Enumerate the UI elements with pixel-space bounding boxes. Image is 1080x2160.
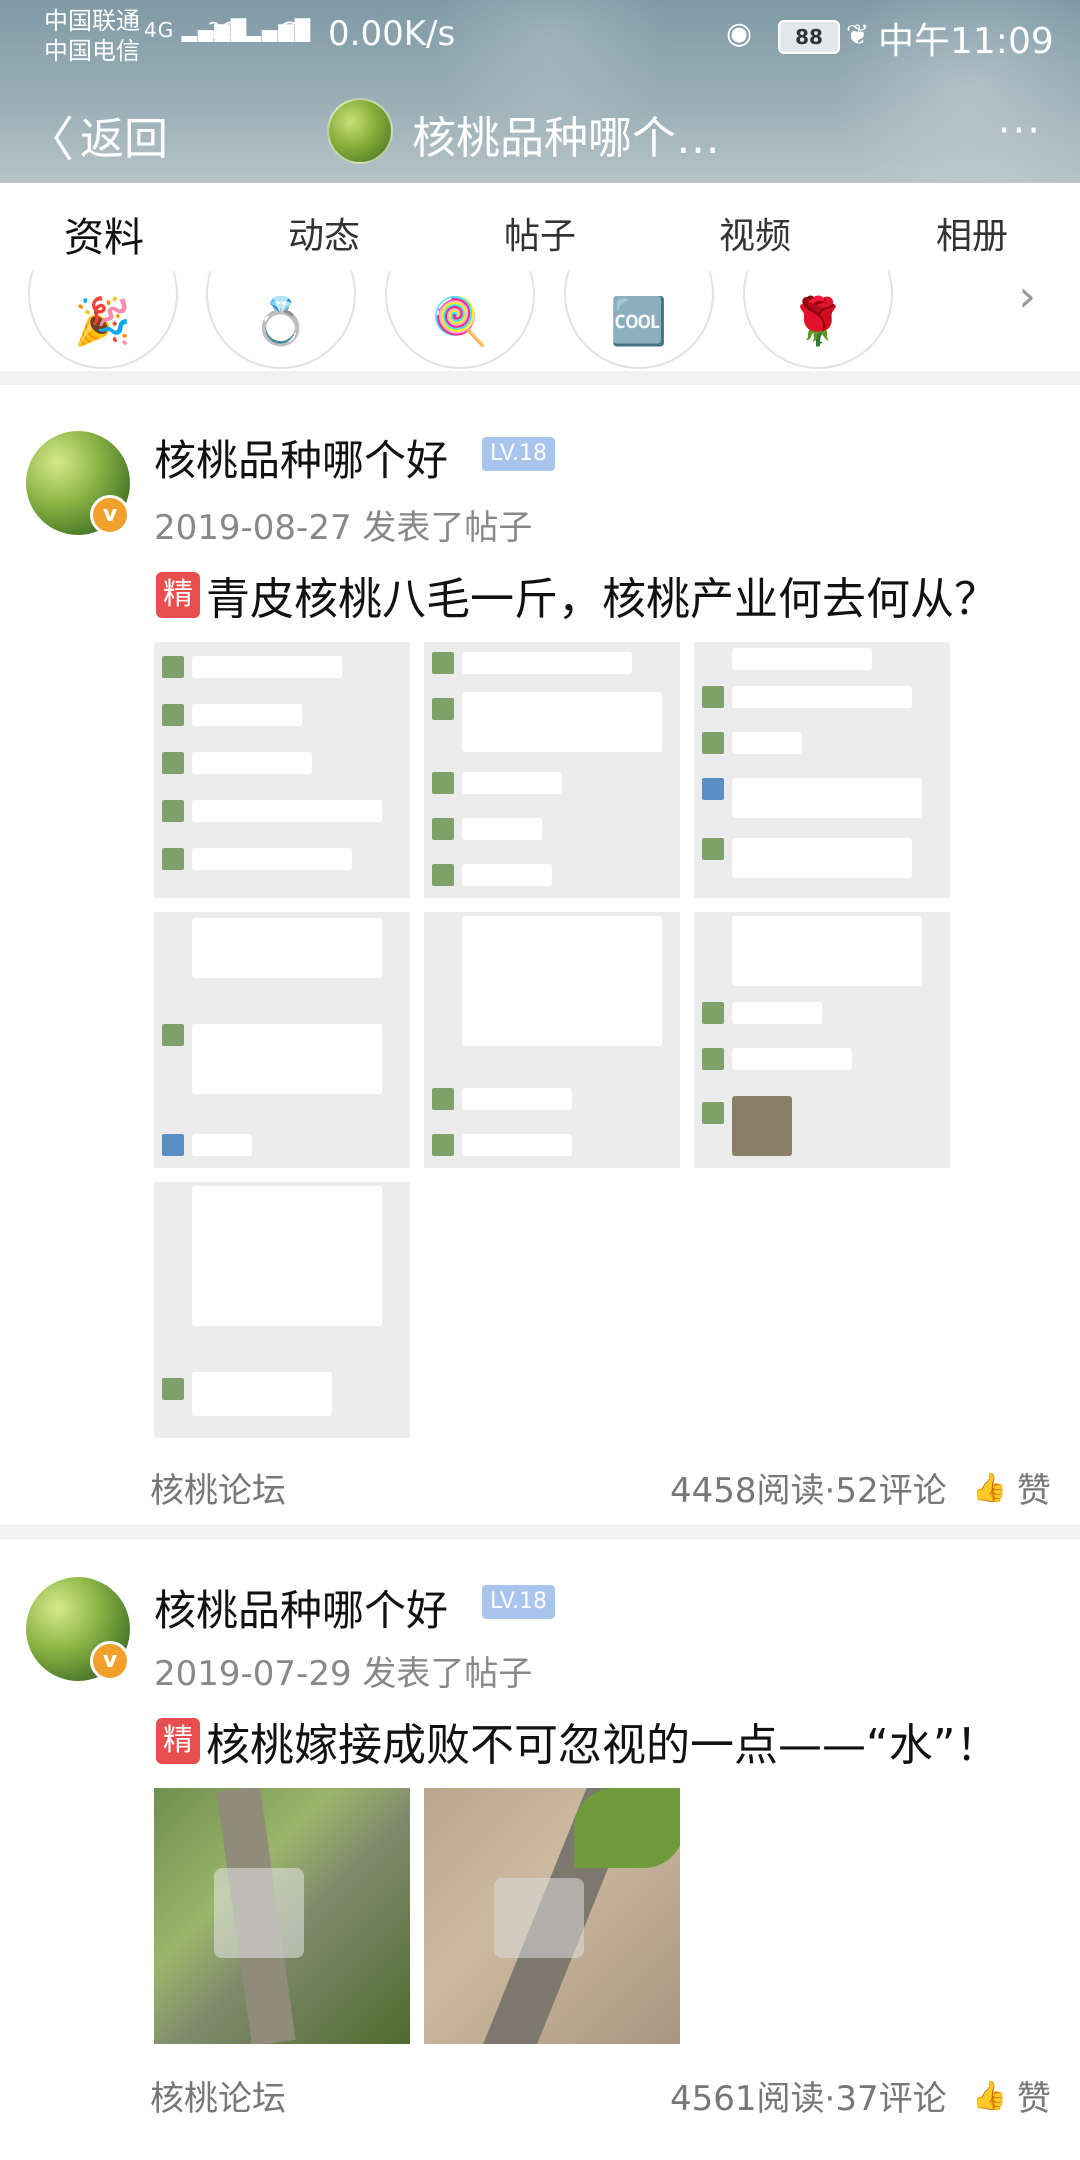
post-action: 发表了帖子 xyxy=(362,508,533,548)
post-title-text: 青皮核桃八毛一斤，核桃产业何去何从？ xyxy=(206,574,998,625)
post-date: 2019-07-29 xyxy=(154,1654,352,1694)
like-label: 赞 xyxy=(1016,2079,1051,2119)
featured-badge: 精 xyxy=(156,572,200,618)
lollipop-icon[interactable]: 🍭 xyxy=(385,271,535,369)
gift-row: 🎉 💍 🍭 🆒 🌹 › xyxy=(0,271,1080,371)
app-header: 中国联通 中国电信 4G ▂▄▆█ 2G ▂▄▆█ ◠ 0.00K/s ◉ 88… xyxy=(0,0,1080,183)
thumbs-up-icon: 👍 xyxy=(972,2079,1007,2112)
eye-comfort-icon: ◉ xyxy=(726,16,753,51)
tab-profile[interactable]: 资料 xyxy=(64,205,144,263)
post-title[interactable]: 精 核桃嫁接成败不可忽视的一点——“水”！ xyxy=(156,1709,1000,1773)
nav-bar: 〈 返回 核桃品种哪个… ··· xyxy=(0,90,1080,180)
tab-videos[interactable]: 视频 xyxy=(719,207,791,259)
chat-screenshot-1[interactable] xyxy=(154,642,410,898)
tab-activity[interactable]: 动态 xyxy=(288,207,360,259)
post-date: 2019-08-27 xyxy=(154,508,352,548)
verified-badge-icon: v xyxy=(90,1641,130,1681)
battery-icon: 88 xyxy=(778,20,840,54)
power-saving-leaf-icon: ❦ xyxy=(846,18,870,51)
post-stats: 4458阅读·52评论 xyxy=(670,1471,947,1511)
post-title-text: 核桃嫁接成败不可忽视的一点——“水”！ xyxy=(206,1720,1000,1771)
post-title[interactable]: 精 青皮核桃八毛一斤，核桃产业何去何从？ xyxy=(156,563,998,627)
grafting-photo-2[interactable] xyxy=(424,1788,680,2044)
post-divider xyxy=(0,1525,1080,1539)
section-divider xyxy=(0,371,1080,385)
rose-icon[interactable]: 🌹 xyxy=(743,271,893,369)
chat-screenshot-6[interactable] xyxy=(694,912,950,1168)
featured-badge: 精 xyxy=(156,1718,200,1764)
carrier-labels: 中国联通 中国电信 xyxy=(44,6,140,66)
back-label: 返回 xyxy=(80,114,169,165)
page-title: 核桃品种哪个… xyxy=(412,113,720,164)
wifi-icon: ◠ xyxy=(276,12,305,50)
like-button[interactable]: 👍 赞 xyxy=(972,1463,1051,1512)
cool-sticker-icon[interactable]: 🆒 xyxy=(564,271,714,369)
more-options-icon[interactable]: ··· xyxy=(998,108,1042,154)
party-popper-icon[interactable]: 🎉 xyxy=(28,271,178,369)
tab-albums[interactable]: 相册 xyxy=(936,207,1008,259)
carrier-2: 中国电信 xyxy=(44,37,140,65)
like-label: 赞 xyxy=(1016,1471,1051,1511)
chat-screenshot-7[interactable] xyxy=(154,1182,410,1438)
ring-icon[interactable]: 💍 xyxy=(206,271,356,369)
carrier-1: 中国联通 xyxy=(44,7,140,35)
post-username[interactable]: 核桃品种哪个好 xyxy=(154,427,448,488)
level-badge: LV.18 xyxy=(482,437,556,471)
post-meta: 2019-08-27 发表了帖子 xyxy=(154,500,532,549)
network-speed: 0.00K/s xyxy=(328,14,456,54)
chevron-left-icon: 〈 xyxy=(26,112,75,168)
verified-badge-icon: v xyxy=(90,495,130,535)
clock: 中午11:09 xyxy=(878,21,1054,62)
post-stats: 4561阅读·37评论 xyxy=(670,2079,947,2119)
post-card[interactable]: v 核桃品种哪个好 LV.18 2019-07-29 发表了帖子 精 核桃嫁接成… xyxy=(0,1539,1080,2159)
chat-screenshot-2[interactable] xyxy=(424,642,680,898)
profile-avatar[interactable] xyxy=(327,98,393,164)
like-button[interactable]: 👍 赞 xyxy=(972,2071,1051,2120)
profile-tabs: 资料 动态 帖子 视频 相册 xyxy=(0,183,1080,271)
level-badge: LV.18 xyxy=(482,1585,556,1619)
chat-screenshot-4[interactable] xyxy=(154,912,410,1168)
forum-link[interactable]: 核桃论坛 xyxy=(150,2071,286,2120)
post-action: 发表了帖子 xyxy=(362,1654,533,1694)
status-bar: 中国联通 中国电信 4G ▂▄▆█ 2G ▂▄▆█ ◠ 0.00K/s ◉ 88… xyxy=(0,0,1080,70)
tab-posts[interactable]: 帖子 xyxy=(504,207,576,259)
chevron-right-icon[interactable]: › xyxy=(1018,271,1036,322)
post-meta: 2019-07-29 发表了帖子 xyxy=(154,1646,532,1695)
thumbs-up-icon: 👍 xyxy=(972,1471,1007,1504)
chat-screenshot-3[interactable] xyxy=(694,642,950,898)
forum-link[interactable]: 核桃论坛 xyxy=(150,1463,286,1512)
post-card[interactable]: v 核桃品种哪个好 LV.18 2019-08-27 发表了帖子 精 青皮核桃八… xyxy=(0,385,1080,1525)
grafting-photo-1[interactable] xyxy=(154,1788,410,2044)
post-username[interactable]: 核桃品种哪个好 xyxy=(154,1577,448,1638)
back-button[interactable]: 〈 返回 xyxy=(26,100,168,170)
chat-screenshot-5[interactable] xyxy=(424,912,680,1168)
